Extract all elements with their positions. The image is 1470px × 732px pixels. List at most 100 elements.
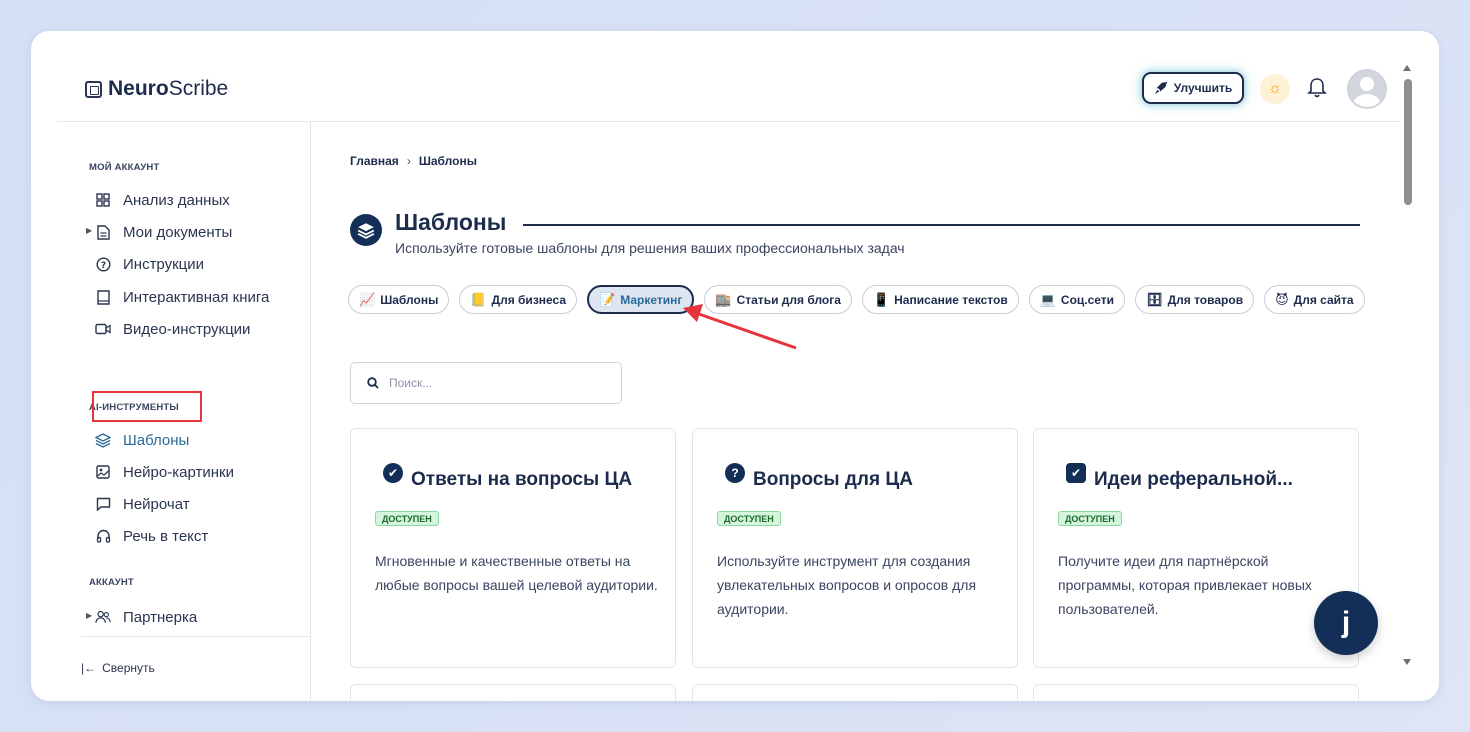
section-my-account: МОЙ АККАУНТ [89, 162, 160, 173]
section-account: АККАУНТ [89, 577, 134, 588]
scroll-up-icon[interactable] [1403, 65, 1411, 71]
chip-copywriting[interactable]: 📱 Написание текстов [861, 285, 1019, 314]
layers-icon [95, 432, 111, 448]
book-icon [95, 289, 111, 305]
template-card[interactable] [692, 684, 1018, 701]
sidebar-item-analytics[interactable]: Анализ данных [95, 189, 230, 211]
sidebar: МОЙ АККАУНТ Анализ данных ▶ Мои документ… [57, 122, 311, 701]
scroll-thumb[interactable] [1404, 79, 1412, 205]
status-badge: ДОСТУПЕН [717, 511, 781, 526]
status-badge: ДОСТУПЕН [1058, 511, 1122, 526]
chip-templates[interactable]: 📈 Шаблоны [348, 285, 450, 314]
document-icon [95, 224, 111, 240]
checkbox-icon: ✔ [1066, 463, 1086, 483]
expand-caret-icon[interactable]: ▶ [86, 611, 92, 620]
page-title: Шаблоны [395, 209, 507, 235]
template-card[interactable]: ✔ Идеи реферальной... ДОСТУПЕН Получите … [1033, 428, 1359, 668]
sidebar-item-documents[interactable]: Мои документы [95, 221, 232, 243]
chip-website[interactable]: 😈 Для сайта [1264, 285, 1365, 314]
logo-icon [85, 80, 102, 98]
breadcrumb-home-link[interactable]: Главная [350, 154, 399, 168]
sidebar-item-templates[interactable]: Шаблоны [95, 429, 189, 451]
search-icon [367, 377, 379, 389]
sidebar-item-interactive-book[interactable]: Интерактивная книга [95, 286, 269, 308]
scroll-down-icon[interactable] [1403, 659, 1411, 665]
sidebar-item-label: Инструкции [123, 255, 205, 273]
sidebar-item-speech-to-text[interactable]: Речь в текст [95, 525, 208, 547]
active-highlight-frame [92, 391, 202, 422]
breadcrumb-separator-icon: › [406, 154, 411, 168]
sun-icon: ☼ [1267, 80, 1283, 97]
svg-text:?: ? [100, 261, 105, 271]
template-card[interactable] [1033, 684, 1359, 701]
template-card[interactable]: ? Вопросы для ЦА ДОСТУПЕН Используйте ин… [692, 428, 1018, 668]
sidebar-item-neurochat[interactable]: Нейрочат [95, 493, 190, 515]
avatar[interactable] [1347, 69, 1387, 109]
sidebar-item-label: Мои документы [123, 223, 233, 241]
card-title: Вопросы для ЦА [753, 469, 913, 490]
expand-caret-icon[interactable]: ▶ [86, 226, 92, 235]
search-input[interactable]: Поиск... [350, 362, 622, 404]
sidebar-item-neuro-images[interactable]: Нейро-картинки [95, 461, 234, 483]
chip-label: Для сайта [1293, 292, 1354, 307]
template-card[interactable] [350, 684, 676, 701]
chip-social[interactable]: 💻 Соц.сети [1028, 285, 1126, 314]
main-content: Главная › Шаблоны Шаблоны Используйте го… [312, 122, 1400, 701]
category-chips: 📈 Шаблоны 📒 Для бизнеса 📝 Маркетинг 🏬 Статьи… [348, 285, 1365, 314]
help-circle-icon: ? [95, 256, 111, 272]
status-badge: ДОСТУПЕН [375, 511, 439, 526]
building-icon: 🏬 [715, 291, 732, 307]
collapse-label: Свернуть [102, 661, 155, 675]
chip-label: Для товаров [1167, 292, 1244, 307]
check-badge-icon: ✔ [383, 463, 403, 483]
sidebar-item-label: Партнерка [123, 608, 198, 626]
breadcrumb: Главная › Шаблоны [350, 154, 477, 168]
chip-business[interactable]: 📒 Для бизнеса [459, 285, 578, 314]
collapse-sidebar-button[interactable]: |← Свернуть [81, 636, 311, 675]
logo-rest-text: Scribe [168, 77, 229, 100]
sidebar-item-label: Видео-инструкции [123, 320, 251, 338]
sidebar-item-label: Анализ данных [123, 191, 230, 209]
sidebar-item-partner[interactable]: Партнерка [95, 606, 197, 628]
card-description: Мгновенные и качественные ответы на любы… [375, 553, 658, 593]
rocket-icon [1154, 81, 1167, 95]
card-description: Получите идеи для партнёрской программы,… [1058, 553, 1312, 617]
image-icon [95, 464, 111, 480]
card-description: Используйте инструмент для создания увле… [717, 553, 977, 617]
template-card[interactable]: ✔ Ответы на вопросы ЦА ДОСТУПЕН Мгновенн… [350, 428, 676, 668]
chip-blog-articles[interactable]: 🏬 Статьи для блога [704, 285, 852, 314]
video-icon [95, 321, 111, 337]
chip-label: Шаблоны [380, 292, 439, 307]
page-subtitle: Используйте готовые шаблоны для решения … [395, 240, 905, 256]
headphones-icon [95, 528, 111, 544]
upgrade-label: Улучшить [1173, 81, 1233, 95]
devil-icon: 😈 [1275, 291, 1289, 307]
chip-marketing[interactable]: 📝 Маркетинг [587, 285, 695, 314]
logo[interactable]: Neuro Scribe [85, 77, 228, 101]
breadcrumb-current: Шаблоны [418, 154, 477, 168]
sidebar-item-label: Речь в текст [123, 527, 209, 545]
sidebar-item-label: Шаблоны [123, 431, 190, 449]
chat-support-button[interactable]: ϳ [1314, 591, 1378, 655]
upgrade-button[interactable]: Улучшить [1142, 72, 1244, 104]
layers-icon [350, 214, 382, 246]
cabinet-icon: 🗄 [1146, 291, 1163, 307]
chat-icon [95, 496, 111, 512]
sidebar-item-instructions[interactable]: ? Инструкции [95, 253, 204, 275]
bell-icon[interactable] [1307, 77, 1327, 99]
chip-label: Маркетинг [620, 292, 683, 307]
sidebar-item-video-instructions[interactable]: Видео-инструкции [95, 318, 250, 340]
card-title: Ответы на вопросы ЦА [411, 469, 633, 490]
theme-toggle-button[interactable]: ☼ [1260, 74, 1290, 104]
chip-products[interactable]: 🗄 Для товаров [1135, 285, 1255, 314]
app-window: Neuro Scribe Улучшить ☼ МОЙ АККАУНТ Анали… [31, 31, 1439, 701]
phone-icon: 📱 [872, 291, 890, 307]
laptop-icon: 💻 [1039, 291, 1056, 307]
logo-bold-text: Neuro [108, 77, 169, 100]
sidebar-item-label: Нейро-картинки [123, 463, 234, 481]
chip-label: Написание текстов [894, 292, 1008, 307]
support-logo-icon: ϳ [1341, 606, 1351, 639]
sidebar-item-label: Интерактивная книга [123, 288, 270, 306]
chip-label: Соц.сети [1060, 292, 1115, 307]
title-divider [523, 224, 1360, 226]
